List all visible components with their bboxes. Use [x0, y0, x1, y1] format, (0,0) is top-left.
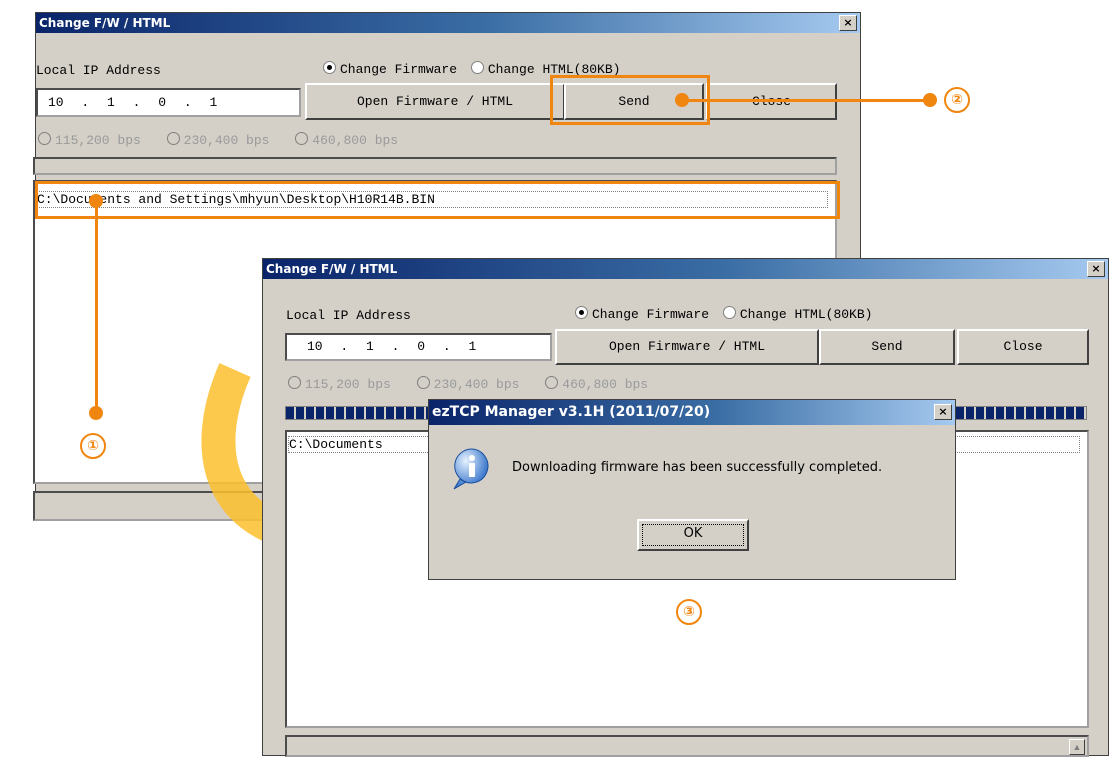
callout-2-dot-end [923, 93, 937, 107]
back-radio-firmware[interactable] [323, 61, 336, 74]
front-mode-group: Change Firmware Change HTML(80KB) [575, 306, 872, 322]
dialog-titlebar: ezTCP Manager v3.1H (2011/07/20) × [429, 400, 955, 425]
dialog-message: Downloading firmware has been successful… [512, 460, 883, 475]
back-window-title: Change F/W / HTML [39, 16, 171, 30]
back-radio-baud-230400[interactable] [166, 132, 180, 145]
back-radio-baud-115200[interactable] [38, 132, 51, 145]
back-baud-group: 115,200 bps 230,400 bps 460,800 bps [38, 132, 398, 148]
front-window-title: Change F/W / HTML [266, 262, 398, 276]
front-mode-firmware-label: Change Firmware [592, 307, 710, 322]
callout-2-dot-start [675, 93, 689, 107]
info-icon [453, 448, 489, 490]
callout-2-line [680, 99, 930, 102]
back-ip-field[interactable]: 10 . 1 . 0 . 1 [36, 88, 301, 117]
back-mode-firmware-label: Change Firmware [340, 62, 458, 77]
back-window-titlebar: Change F/W / HTML × [36, 13, 860, 33]
back-radio-html[interactable] [470, 61, 484, 74]
front-status-bar: ▲ [285, 735, 1089, 757]
front-window-close-icon[interactable]: × [1087, 261, 1105, 277]
back-radio-baud-460800[interactable] [295, 132, 309, 145]
front-radio-baud-115200[interactable] [288, 376, 301, 389]
front-radio-baud-230400[interactable] [416, 376, 430, 389]
back-window-close-icon[interactable]: × [839, 15, 857, 31]
callout-1-badge: ① [80, 433, 106, 459]
front-baud-230400-label: 230,400 bps [433, 377, 520, 392]
dialog-title: ezTCP Manager v3.1H (2011/07/20) [432, 404, 711, 420]
front-radio-baud-460800[interactable] [545, 376, 559, 389]
highlight-file-path [35, 181, 840, 219]
callout-2-badge: ② [944, 87, 970, 113]
back-ip-label: Local IP Address [36, 63, 161, 78]
front-window-titlebar: Change F/W / HTML × [263, 259, 1108, 279]
back-baud-115200-label: 115,200 bps [55, 133, 141, 148]
front-send-button[interactable]: Send [819, 329, 955, 365]
front-scroll-up-button[interactable]: ▲ [1069, 739, 1085, 755]
front-baud-115200-label: 115,200 bps [305, 377, 391, 392]
front-close-button[interactable]: Close [957, 329, 1089, 365]
front-open-firmware-button[interactable]: Open Firmware / HTML [555, 329, 819, 365]
front-baud-group: 115,200 bps 230,400 bps 460,800 bps [288, 376, 648, 392]
back-ip-octet-1: 10 [48, 95, 64, 110]
back-baud-230400-label: 230,400 bps [183, 133, 270, 148]
back-ip-octet-4: 1 [209, 95, 218, 110]
dialog-close-icon[interactable]: × [934, 404, 952, 420]
front-ip-label: Local IP Address [286, 308, 411, 323]
front-baud-460800-label: 460,800 bps [562, 377, 649, 392]
front-ip-octet-1: 10 [307, 339, 323, 354]
front-ip-field[interactable]: 10 . 1 . 0 . 1 [285, 333, 552, 361]
callout-3-badge: ③ [676, 599, 702, 625]
message-dialog: ezTCP Manager v3.1H (2011/07/20) × Downl… [428, 399, 956, 580]
back-ip-octet-2: 1 [107, 95, 115, 110]
callout-1-dot-start [89, 194, 103, 208]
back-open-firmware-button[interactable]: Open Firmware / HTML [305, 83, 565, 120]
back-baud-460800-label: 460,800 bps [312, 133, 399, 148]
front-ip-octet-4: 1 [468, 339, 477, 354]
front-ip-octet-3: 0 [417, 339, 426, 354]
callout-1-line [95, 200, 98, 412]
front-ip-octet-2: 1 [366, 339, 374, 354]
dialog-ok-button[interactable]: OK [637, 519, 749, 551]
back-ip-octet-3: 0 [158, 95, 167, 110]
back-progress-bar [33, 157, 837, 175]
front-radio-firmware[interactable] [575, 306, 588, 319]
front-mode-html-label: Change HTML(80KB) [739, 307, 873, 322]
callout-1-dot-end [89, 406, 103, 420]
front-radio-html[interactable] [722, 306, 736, 319]
